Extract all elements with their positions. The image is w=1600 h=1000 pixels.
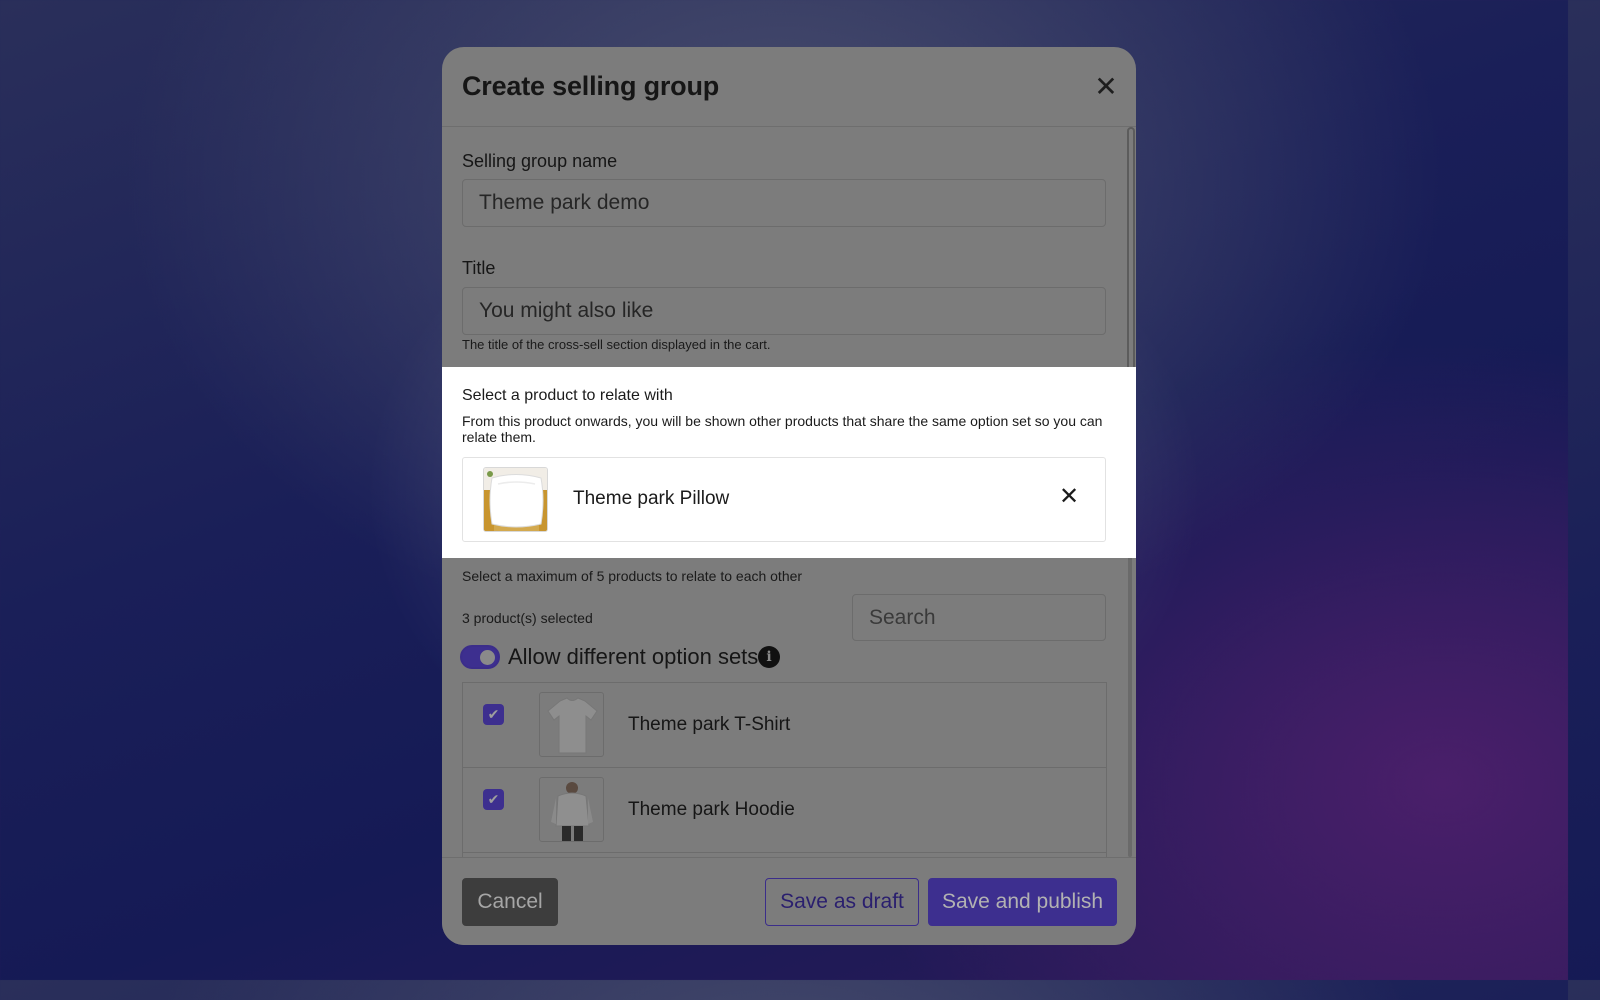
title-label: Title	[462, 258, 496, 278]
close-icon[interactable]: ✕	[1057, 485, 1081, 509]
checkbox[interactable]: ✔	[483, 789, 504, 810]
selected-product-card[interactable]: Theme park Pillow ✕	[462, 457, 1106, 542]
product-name: Theme park T-Shirt	[628, 714, 791, 735]
relate-description: From this product onwards, you will be s…	[462, 413, 1103, 445]
create-selling-group-modal: Create selling group ✕ Selling group nam…	[442, 47, 1136, 945]
relate-product-section: Select a product to relate with From thi…	[442, 367, 1136, 558]
modal-footer: Cancel Save as draft Save and publish	[442, 857, 1136, 945]
selected-product-name: Theme park Pillow	[573, 488, 730, 509]
group-name-label: Selling group name	[462, 151, 618, 171]
hoodie-icon	[539, 777, 604, 842]
modal-header: Create selling group ✕	[442, 47, 1136, 127]
list-item[interactable]: ✔ Theme park T-Shirt	[463, 683, 1106, 768]
cancel-button[interactable]: Cancel	[462, 878, 558, 926]
info-icon[interactable]: i	[758, 646, 780, 668]
title-help-text: The title of the cross-sell section disp…	[462, 337, 771, 352]
close-icon[interactable]: ✕	[1092, 73, 1120, 101]
product-list: ✔ Theme park T-Shirt ✔ Theme park Hoodie	[462, 682, 1107, 872]
product-name: Theme park Hoodie	[628, 799, 795, 820]
pillow-image	[483, 467, 548, 532]
relate-label: Select a product to relate with	[462, 387, 673, 404]
modal-title: Create selling group	[462, 71, 720, 101]
title-input[interactable]: You might also like	[462, 287, 1106, 335]
save-publish-button[interactable]: Save and publish	[928, 878, 1117, 926]
save-draft-button[interactable]: Save as draft	[765, 878, 919, 926]
allow-option-sets-toggle[interactable]	[460, 645, 500, 669]
max-products-text: Select a maximum of 5 products to relate…	[462, 568, 803, 584]
toggle-knob	[480, 650, 495, 665]
list-item[interactable]: ✔ Theme park Hoodie	[463, 768, 1106, 853]
tshirt-icon	[539, 692, 604, 757]
group-name-input[interactable]: Theme park demo	[462, 179, 1106, 227]
search-input[interactable]: Search	[852, 594, 1106, 641]
selected-count: 3 product(s) selected	[462, 610, 593, 626]
checkbox[interactable]: ✔	[483, 704, 504, 725]
toggle-label: Allow different option sets	[508, 644, 759, 669]
